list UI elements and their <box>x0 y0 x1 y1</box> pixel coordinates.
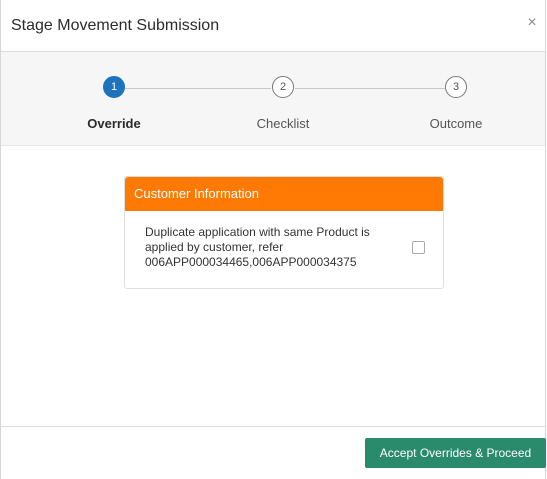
step-number-1: 1 <box>103 76 125 98</box>
progress-stepper: 1 Override 2 Checklist 3 Outcome <box>1 52 545 146</box>
dialog-header: Stage Movement Submission × <box>1 0 545 52</box>
step-number-3: 3 <box>445 76 467 98</box>
step-label-outcome: Outcome <box>429 116 483 131</box>
customer-information-card: Customer Information Duplicate applicati… <box>124 176 444 289</box>
step-label-checklist: Checklist <box>256 116 310 131</box>
card-header: Customer Information <box>125 177 443 211</box>
step-checklist[interactable]: 2 Checklist <box>233 76 333 131</box>
dialog-title: Stage Movement Submission <box>11 17 220 34</box>
accept-overrides-proceed-button[interactable]: Accept Overrides & Proceed <box>365 438 546 468</box>
close-icon[interactable]: × <box>525 14 539 32</box>
card-body: Duplicate application with same Product … <box>125 211 443 270</box>
step-number-2: 2 <box>272 76 294 98</box>
override-message-line: Duplicate application with same Product … <box>145 225 370 239</box>
step-override[interactable]: 1 Override <box>64 76 164 131</box>
step-label-override: Override <box>87 116 141 131</box>
override-message-line: applied by customer, refer <box>145 240 284 254</box>
dialog-footer: Accept Overrides & Proceed <box>1 426 546 479</box>
step-outcome[interactable]: 3 Outcome <box>406 76 506 131</box>
stage-movement-dialog: Stage Movement Submission × 1 Override 2… <box>0 0 546 479</box>
override-checkbox[interactable] <box>412 241 425 254</box>
override-message-line: 006APP000034465,006APP000034375 <box>145 255 357 269</box>
